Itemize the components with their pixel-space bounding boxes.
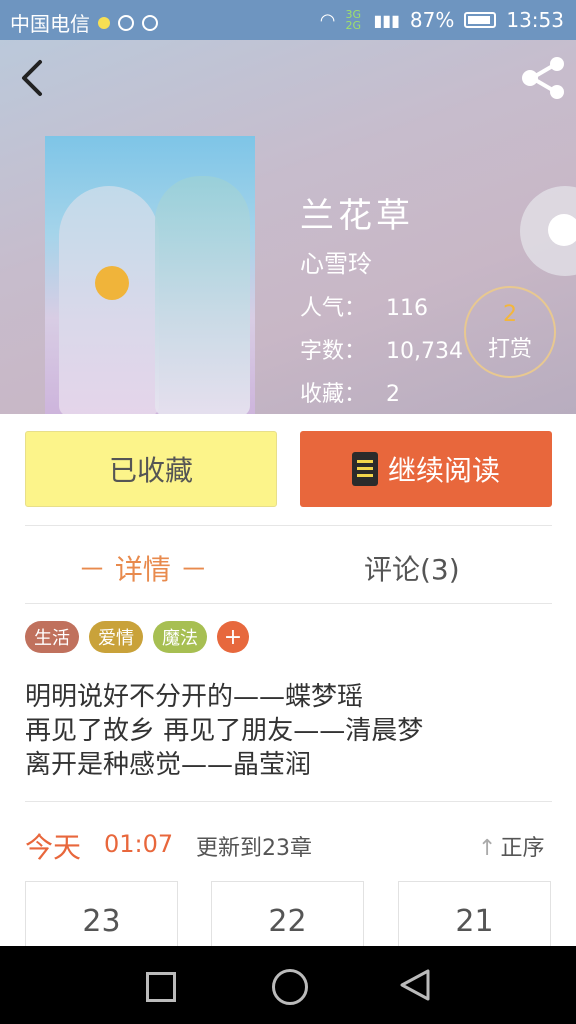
cover-figure-left [59, 186, 159, 414]
recent-apps-icon[interactable] [146, 972, 176, 1002]
status-bar: 中国电信 ◠ 3G 2G ▮▮▮ 87% 13:53 [0, 0, 576, 40]
sort-order-label: 正序 [500, 836, 545, 861]
tag-love[interactable]: 爱情 [89, 621, 143, 653]
description-line: 明明说好不分开的——蝶梦瑶 [25, 682, 364, 712]
divider [25, 525, 552, 526]
tag-list: 生活 爱情 魔法 + [25, 621, 249, 653]
continue-reading-label: 继续阅读 [387, 454, 500, 487]
book-icon [351, 452, 378, 486]
description-line: 离开是种感觉——晶莹润 [25, 750, 312, 780]
battery-icon [464, 12, 497, 28]
update-time: 01:07 [104, 830, 174, 858]
favorites-row: 收藏： 2 [300, 376, 400, 408]
word-count-label: 字数： [300, 339, 367, 364]
update-day: 今天 [25, 831, 82, 864]
favorited-label: 已收藏 [108, 454, 193, 487]
nav-back-icon[interactable] [398, 968, 432, 1002]
word-count-row: 字数： 10,734 [300, 333, 463, 365]
reward-label: 打赏 [487, 337, 532, 362]
favorites-label: 收藏： [300, 382, 367, 407]
reward-count: 2 [503, 302, 517, 327]
app-notification-icon [142, 14, 158, 31]
add-tag-button[interactable]: + [217, 621, 249, 653]
favorited-button[interactable]: 已收藏 [25, 431, 277, 507]
word-count-value: 10,734 [386, 339, 463, 364]
notification-dot-icon [98, 16, 110, 29]
book-title: 兰花草 [300, 196, 414, 236]
popularity-row: 人气： 116 [300, 290, 428, 322]
popularity-value: 116 [386, 296, 429, 321]
book-author[interactable]: 心雪玲 [300, 244, 372, 279]
favorites-value: 2 [386, 382, 401, 407]
book-header: 兰花草 心雪玲 人气： 116 字数： 10,734 收藏： 2 2 打赏 [0, 0, 576, 414]
update-text: 更新到23章 [196, 836, 312, 861]
share-icon[interactable] [520, 56, 568, 100]
tab-detail[interactable]: － 详情 － [78, 548, 208, 588]
home-icon[interactable] [272, 969, 308, 1005]
description-line: 再见了故乡 再见了朋友——清晨梦 [25, 716, 424, 746]
back-arrow-icon[interactable] [14, 58, 54, 98]
sort-order-button[interactable]: ↑ 正序 [478, 830, 544, 862]
tag-life[interactable]: 生活 [25, 621, 79, 653]
divider [25, 801, 552, 802]
reward-button[interactable]: 2 打赏 [464, 286, 556, 378]
network-type: 3G 2G [345, 8, 362, 32]
tab-comments[interactable]: 评论(3) [364, 548, 460, 588]
wifi-icon: ◠ [319, 9, 336, 31]
signal-icon: ▮▮▮ [373, 10, 400, 30]
floating-circle-button[interactable] [520, 186, 576, 276]
battery-percent: 87% [409, 8, 455, 32]
book-cover [45, 136, 255, 414]
continue-reading-button[interactable]: 继续阅读 [300, 431, 552, 507]
tag-magic[interactable]: 魔法 [153, 621, 207, 653]
cover-figure-right [155, 176, 250, 414]
popularity-label: 人气： [300, 296, 367, 321]
clock: 13:53 [506, 8, 564, 32]
sort-arrow-icon: ↑ [478, 836, 497, 861]
qq-icon [118, 14, 134, 31]
divider [25, 603, 552, 604]
cover-sunflower [95, 266, 129, 300]
carrier-name: 中国电信 [10, 12, 90, 36]
book-description: 明明说好不分开的——蝶梦瑶 再见了故乡 再见了朋友——清晨梦 离开是种感觉——晶… [25, 680, 423, 782]
